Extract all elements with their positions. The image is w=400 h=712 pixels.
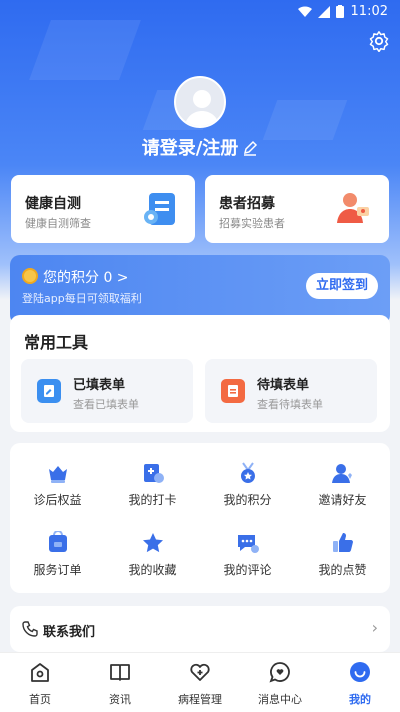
self-test-icon [144,193,175,225]
chevron-right-icon: › [371,618,378,637]
patient-recruit-card[interactable]: 患者招募 招募实验患者 [205,175,389,243]
tab-mine[interactable]: 我的 [320,661,400,707]
card-subtitle: 招募实验患者 [219,217,285,230]
avatar[interactable] [174,76,226,128]
grid-item-my-favorites[interactable]: 我的收藏 [105,531,200,578]
thumbs-up-icon [332,533,353,552]
heart-plus-icon [190,663,210,681]
tile-title: 已填表单 [73,378,126,393]
crown-badge-icon [48,466,67,483]
health-self-test-card[interactable]: 健康自测 健康自测筛查 [11,175,195,243]
phone-icon [22,621,38,637]
section-title: 常用工具 [24,333,89,352]
login-register-link[interactable]: 请登录/注册 [0,134,400,160]
coin-icon [22,268,38,284]
card-title: 患者招募 [219,196,275,212]
grid-item-my-comments[interactable]: 我的评论 [200,531,295,578]
filled-form-icon [37,379,61,403]
wifi-icon [298,5,312,17]
tile-title: 待填表单 [257,378,310,393]
settings-gear-icon[interactable] [368,30,390,52]
decor-shape [29,20,141,80]
common-tools-section: 常用工具 已填表单 查看已填表单 待填表单 查看待填表单 [10,315,390,432]
service-order-icon [48,531,67,552]
pending-forms-tile[interactable]: 待填表单 查看待填表单 [205,359,377,423]
status-time: 11:02 [350,4,388,19]
edit-pencil-icon [244,140,258,156]
recruit-person-icon [337,193,369,223]
feature-grid: 诊后权益 我的打卡 我的积分 邀请好友 服务订单 我的收藏 我的评论 我的点赞 [10,443,390,593]
login-text: 请登录/注册 [141,138,239,159]
grid-item-my-likes[interactable]: 我的点赞 [295,531,390,578]
bottom-tab-bar: 首页 资讯 病程管理 消息中心 我的 [0,652,400,712]
tab-news[interactable]: 资讯 [80,661,160,707]
pending-form-icon [221,379,245,403]
tab-home[interactable]: 首页 [0,661,80,707]
tab-disease-management[interactable]: 病程管理 [160,661,240,707]
grid-item-post-visit-rights[interactable]: 诊后权益 [10,461,105,508]
grid-item-service-orders[interactable]: 服务订单 [10,531,105,578]
home-icon [31,663,49,682]
points-subtitle: 登陆app每日可领取福利 [22,292,142,305]
filled-forms-tile[interactable]: 已填表单 查看已填表单 [21,359,193,423]
grid-item-my-checkin[interactable]: 我的打卡 [105,461,200,508]
points-title: 您的积分 0 > [43,270,129,286]
status-bar: 11:02 [0,0,400,24]
mine-smile-icon [350,662,370,682]
tile-subtitle: 查看已填表单 [73,398,139,411]
chevron-right-icon: > [112,270,129,286]
tile-subtitle: 查看待填表单 [257,398,323,411]
grid-item-my-points[interactable]: 我的积分 [200,461,295,508]
checkin-calendar-icon [143,464,164,483]
battery-icon [336,5,344,18]
card-subtitle: 健康自测筛查 [25,217,91,230]
sign-in-button[interactable]: 立即签到 [306,273,378,299]
contact-us-label: 联系我们 [43,625,96,640]
star-icon [142,533,163,553]
contact-us-row[interactable]: 联系我们 › [10,606,390,652]
comment-bubble-icon [237,535,259,553]
tab-messages[interactable]: 消息中心 [240,661,320,707]
card-title: 健康自测 [25,196,81,212]
medal-icon [240,462,255,483]
grid-item-invite-friends[interactable]: 邀请好友 [295,461,390,508]
signal-icon [318,5,330,18]
message-heart-icon [269,662,290,683]
book-icon [110,664,130,681]
invite-user-icon [331,464,352,483]
